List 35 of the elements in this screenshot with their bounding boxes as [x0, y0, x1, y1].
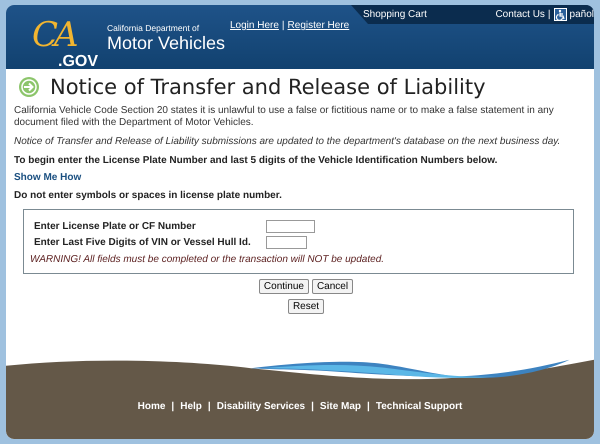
- legal-warning: California Vehicle Code Section 20 states it is unlawful to use a false or fictitious name or to make a false statement in any document filed with the Department of Motor Vehicles.: [14, 105, 555, 129]
- arrow-icon: [18, 76, 40, 98]
- separator: |: [282, 20, 285, 31]
- account-link[interactable]: Register Here: [288, 20, 350, 31]
- footer-link[interactable]: Disability Services: [216, 401, 306, 412]
- separator: |: [208, 401, 211, 412]
- account-link[interactable]: Login Here: [230, 20, 279, 31]
- form-warning: WARNING! All fields must be completed or the transaction will NOT be updated.: [30, 254, 386, 265]
- footer-link[interactable]: Home: [138, 401, 166, 412]
- separator: |: [367, 401, 370, 412]
- page-title: Notice of Transfer and Release of Liability: [50, 75, 486, 99]
- separator: |: [311, 401, 314, 412]
- field-label: Enter Last Five Digits of VIN or Vessel Hull Id.: [34, 237, 252, 248]
- notice-text: Notice of Transfer and Release of Liability submissions are updated to the department's database on the next business day.: [14, 136, 562, 148]
- language-link[interactable]: pañol: [570, 9, 594, 20]
- contact-link[interactable]: Contact Us: [495, 9, 545, 20]
- footer-link[interactable]: Technical Support: [376, 401, 462, 412]
- show-me-how-link[interactable]: Show Me How: [14, 172, 82, 183]
- field-label: Enter License Plate or CF Number: [34, 221, 197, 232]
- input-field[interactable]: [266, 220, 315, 233]
- form-button[interactable]: Continue: [258, 279, 309, 294]
- cart-link[interactable]: Shopping Cart: [363, 9, 427, 20]
- instructions-text: To begin enter the License Plate Number and last 5 digits of the Vehicle Identification Numbers below.: [14, 155, 498, 167]
- agency-subtitle: California Department of: [107, 23, 200, 33]
- separator: |: [171, 401, 174, 412]
- agency-name: Motor Vehicles: [107, 33, 226, 53]
- input-note: Do not enter symbols or spaces in license plate number.: [14, 190, 283, 202]
- input-field[interactable]: [266, 236, 307, 249]
- footer-link[interactable]: Site Map: [320, 401, 362, 412]
- logo-mark: CA: [32, 17, 75, 53]
- separator: |: [548, 9, 551, 20]
- footer-link[interactable]: Help: [180, 401, 202, 412]
- accessibility-icon[interactable]: [554, 8, 567, 21]
- reset-button[interactable]: Reset: [288, 299, 324, 314]
- form-button[interactable]: Cancel: [312, 279, 354, 294]
